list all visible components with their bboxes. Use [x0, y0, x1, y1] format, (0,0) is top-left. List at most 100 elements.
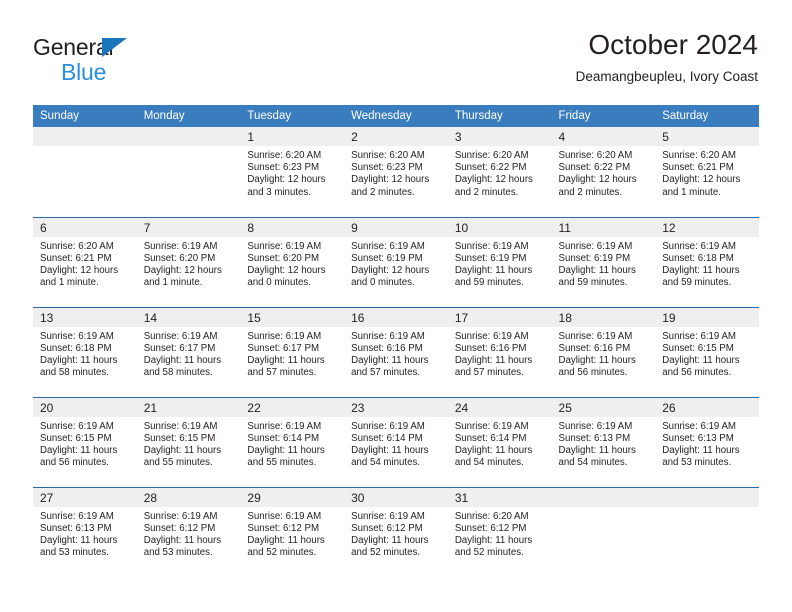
- calendar-day-cell[interactable]: 16 Sunrise: 6:19 AM Sunset: 6:16 PM Dayligh…: [344, 306, 448, 397]
- daylight-text-line1: Daylight: 11 hours: [247, 354, 325, 366]
- calendar-day-cell[interactable]: 2 Sunrise: 6:20 AM Sunset: 6:23 PM Daylight…: [344, 127, 448, 217]
- calendar-week-row: 6 Sunrise: 6:20 AM Sunset: 6:21 PM Daylight…: [33, 216, 759, 307]
- day-details: Sunrise: 6:19 AM Sunset: 6:13 PM Daylight:…: [655, 417, 759, 470]
- calendar-day-cell[interactable]: 3 Sunrise: 6:20 AM Sunset: 6:22 PM Daylight…: [447, 127, 552, 217]
- daylight-text-line2: and 52 minutes.: [351, 547, 421, 559]
- daylight-text-line2: and 55 minutes.: [143, 457, 213, 469]
- daylight-text-line2: and 1 minute.: [143, 277, 203, 289]
- calendar-day-cell-empty: [655, 486, 759, 577]
- sunset-text: Sunset: 6:16 PM: [454, 342, 527, 354]
- daylight-text-line1: Daylight: 11 hours: [40, 534, 118, 546]
- calendar-day-cell[interactable]: 23 Sunrise: 6:19 AM Sunset: 6:14 PM Dayligh…: [344, 396, 448, 487]
- calendar-day-cell[interactable]: 31 Sunrise: 6:20 AM Sunset: 6:12 PM Dayligh…: [447, 486, 552, 577]
- calendar-day-cell[interactable]: 5 Sunrise: 6:20 AM Sunset: 6:21 PM Daylight…: [655, 127, 759, 217]
- sunset-text: Sunset: 6:21 PM: [40, 252, 112, 264]
- calendar-day-cell[interactable]: 11 Sunrise: 6:19 AM Sunset: 6:19 PM Dayligh…: [551, 216, 656, 307]
- sunrise-text: Sunrise: 6:20 AM: [40, 240, 114, 252]
- logo-top-row: General: [33, 34, 213, 60]
- calendar-day-cell[interactable]: 4 Sunrise: 6:20 AM Sunset: 6:22 PM Daylight…: [551, 127, 656, 217]
- calendar-day-cell[interactable]: 30 Sunrise: 6:19 AM Sunset: 6:12 PM Dayligh…: [344, 486, 448, 577]
- month-calendar-table: Sunday Monday Tuesday Wednesday Thursday…: [33, 105, 759, 577]
- day-number: 27: [33, 487, 137, 507]
- sunset-text: Sunset: 6:16 PM: [351, 342, 423, 354]
- daylight-text-line2: and 54 minutes.: [558, 457, 628, 469]
- sunset-text: Sunset: 6:14 PM: [454, 432, 527, 444]
- calendar-day-cell[interactable]: 9 Sunrise: 6:19 AM Sunset: 6:19 PM Daylight…: [344, 216, 448, 307]
- calendar-day-cell[interactable]: 29 Sunrise: 6:19 AM Sunset: 6:12 PM Dayligh…: [240, 486, 345, 577]
- daylight-text-line2: and 53 minutes.: [143, 547, 213, 559]
- title-block: October 2024 Deamangbeupleu, Ivory Coast: [576, 28, 758, 88]
- day-details: Sunrise: 6:20 AM Sunset: 6:21 PM Daylight:…: [655, 146, 759, 199]
- calendar-day-cell[interactable]: 1 Sunrise: 6:20 AM Sunset: 6:23 PM Daylight…: [240, 127, 345, 217]
- daylight-text-line1: Daylight: 11 hours: [351, 354, 429, 366]
- daylight-text-line2: and 52 minutes.: [454, 547, 524, 559]
- daylight-text-line1: Daylight: 12 hours: [351, 264, 430, 276]
- sunrise-text: Sunrise: 6:19 AM: [351, 330, 425, 342]
- calendar-day-cell[interactable]: 27 Sunrise: 6:19 AM Sunset: 6:13 PM Dayligh…: [33, 486, 137, 577]
- daylight-text-line2: and 58 minutes.: [40, 367, 109, 379]
- calendar-day-cell[interactable]: 20 Sunrise: 6:19 AM Sunset: 6:15 PM Dayligh…: [33, 396, 137, 487]
- calendar-day-cell[interactable]: 7 Sunrise: 6:19 AM Sunset: 6:20 PM Daylight…: [136, 216, 241, 307]
- weekday-header-monday: Monday: [136, 105, 241, 127]
- calendar-day-cell[interactable]: 17 Sunrise: 6:19 AM Sunset: 6:16 PM Dayligh…: [447, 306, 552, 397]
- daylight-text-line1: Daylight: 11 hours: [247, 444, 325, 456]
- calendar-day-cell[interactable]: 10 Sunrise: 6:19 AM Sunset: 6:19 PM Dayligh…: [447, 216, 552, 307]
- daylight-text-line2: and 59 minutes.: [558, 277, 628, 289]
- calendar-day-cell[interactable]: 25 Sunrise: 6:19 AM Sunset: 6:13 PM Dayligh…: [551, 396, 656, 487]
- daylight-text-line2: and 58 minutes.: [143, 367, 213, 379]
- calendar-day-cell-empty: [136, 127, 241, 217]
- daylight-text-line1: Daylight: 11 hours: [40, 354, 118, 366]
- sunset-text: Sunset: 6:12 PM: [247, 522, 320, 534]
- calendar-week-row: 13 Sunrise: 6:19 AM Sunset: 6:18 PM Dayligh…: [33, 306, 759, 397]
- sunset-text: Sunset: 6:17 PM: [143, 342, 216, 354]
- sunrise-text: Sunrise: 6:19 AM: [351, 240, 425, 252]
- calendar-day-cell[interactable]: 22 Sunrise: 6:19 AM Sunset: 6:14 PM Dayligh…: [240, 396, 345, 487]
- calendar-day-cell[interactable]: 15 Sunrise: 6:19 AM Sunset: 6:17 PM Dayligh…: [240, 306, 345, 397]
- sunset-text: Sunset: 6:19 PM: [558, 252, 631, 264]
- day-details: Sunrise: 6:20 AM Sunset: 6:21 PM Daylight:…: [33, 237, 137, 290]
- daylight-text-line1: Daylight: 12 hours: [247, 174, 326, 186]
- day-details: Sunrise: 6:19 AM Sunset: 6:19 PM Daylight:…: [552, 237, 656, 290]
- day-number: [136, 127, 241, 146]
- day-number: 18: [551, 307, 656, 327]
- day-details: Sunrise: 6:19 AM Sunset: 6:15 PM Daylight:…: [655, 327, 759, 380]
- daylight-text-line2: and 59 minutes.: [662, 277, 732, 289]
- weekday-header-tuesday: Tuesday: [240, 105, 345, 127]
- sunrise-text: Sunrise: 6:19 AM: [558, 330, 633, 342]
- calendar-day-cell[interactable]: 8 Sunrise: 6:19 AM Sunset: 6:20 PM Daylight…: [240, 216, 345, 307]
- sunset-text: Sunset: 6:18 PM: [662, 252, 734, 264]
- calendar-day-cell[interactable]: 6 Sunrise: 6:20 AM Sunset: 6:21 PM Daylight…: [33, 216, 137, 307]
- day-number: 11: [551, 217, 656, 237]
- calendar-day-cell[interactable]: 28 Sunrise: 6:19 AM Sunset: 6:12 PM Dayligh…: [136, 486, 241, 577]
- calendar-day-cell[interactable]: 24 Sunrise: 6:19 AM Sunset: 6:14 PM Dayligh…: [447, 396, 552, 487]
- calendar-day-cell[interactable]: 14 Sunrise: 6:19 AM Sunset: 6:17 PM Dayligh…: [136, 306, 241, 397]
- calendar-day-cell[interactable]: 21 Sunrise: 6:19 AM Sunset: 6:15 PM Dayligh…: [136, 396, 241, 487]
- day-number: [655, 487, 759, 507]
- calendar-page: General Blue October 2024 Deamangbeupleu…: [0, 0, 792, 612]
- day-details: Sunrise: 6:19 AM Sunset: 6:14 PM Daylight:…: [240, 417, 344, 470]
- logo-text-blue: Blue: [61, 59, 107, 85]
- daylight-text-line1: Daylight: 11 hours: [40, 444, 118, 456]
- sunset-text: Sunset: 6:13 PM: [662, 432, 734, 444]
- weekday-header-row: Sunday Monday Tuesday Wednesday Thursday…: [33, 105, 759, 127]
- day-details: Sunrise: 6:19 AM Sunset: 6:17 PM Daylight:…: [137, 327, 241, 380]
- daylight-text-line1: Daylight: 11 hours: [662, 354, 740, 366]
- sunrise-text: Sunrise: 6:19 AM: [558, 420, 633, 432]
- daylight-text-line1: Daylight: 11 hours: [247, 534, 325, 546]
- day-details: Sunrise: 6:19 AM Sunset: 6:20 PM Daylight:…: [240, 237, 344, 290]
- day-details: Sunrise: 6:19 AM Sunset: 6:13 PM Daylight:…: [33, 507, 137, 560]
- day-number: 10: [447, 217, 552, 237]
- day-details: Sunrise: 6:20 AM Sunset: 6:12 PM Daylight:…: [448, 507, 552, 560]
- daylight-text-line2: and 2 minutes.: [351, 186, 415, 198]
- sunrise-text: Sunrise: 6:19 AM: [143, 420, 218, 432]
- calendar-day-cell[interactable]: 12 Sunrise: 6:19 AM Sunset: 6:18 PM Dayligh…: [655, 216, 759, 307]
- calendar-day-cell[interactable]: 19 Sunrise: 6:19 AM Sunset: 6:15 PM Dayligh…: [655, 306, 759, 397]
- calendar-day-cell[interactable]: 13 Sunrise: 6:19 AM Sunset: 6:18 PM Dayligh…: [33, 306, 137, 397]
- daylight-text-line2: and 2 minutes.: [454, 186, 519, 198]
- calendar-day-cell[interactable]: 18 Sunrise: 6:19 AM Sunset: 6:16 PM Dayligh…: [551, 306, 656, 397]
- sunset-text: Sunset: 6:22 PM: [558, 162, 631, 174]
- calendar-day-cell[interactable]: 26 Sunrise: 6:19 AM Sunset: 6:13 PM Dayligh…: [655, 396, 759, 487]
- sunrise-text: Sunrise: 6:20 AM: [247, 150, 322, 161]
- daylight-text-line1: Daylight: 12 hours: [247, 264, 326, 276]
- day-number: 21: [136, 397, 241, 417]
